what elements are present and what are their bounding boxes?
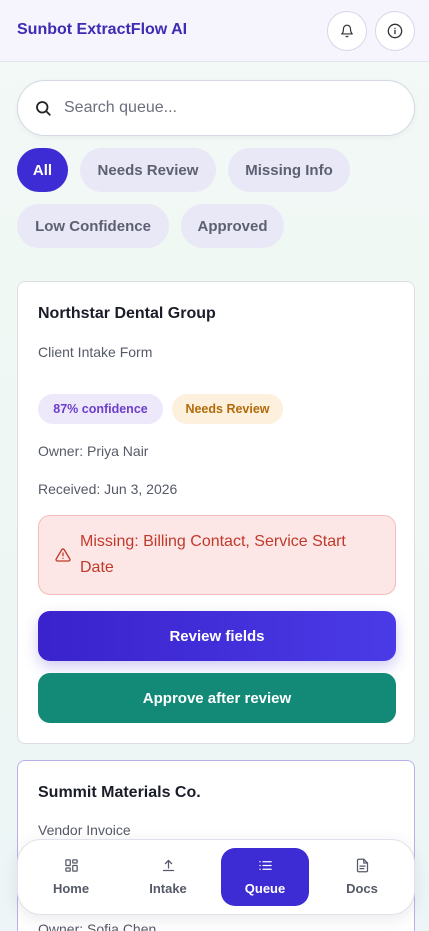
bell-icon bbox=[341, 24, 353, 38]
warning-icon bbox=[55, 548, 71, 562]
card-company: Summit Materials Co. bbox=[38, 784, 201, 801]
app-header: Sunbot ExtractFlow AI bbox=[0, 0, 429, 62]
nav-home[interactable]: Home bbox=[27, 848, 115, 906]
card-owner: Owner: Priya Nair bbox=[38, 443, 149, 459]
search-icon bbox=[36, 101, 51, 116]
status-badge: Needs Review bbox=[172, 394, 283, 424]
card-owner: Owner: Sofia Chen bbox=[38, 921, 157, 931]
list-icon bbox=[258, 861, 272, 870]
nav-docs[interactable]: Docs bbox=[318, 848, 406, 906]
card-doc-type: Vendor Invoice bbox=[38, 822, 131, 838]
filter-chip-needs-review[interactable]: Needs Review bbox=[80, 148, 216, 192]
missing-fields-alert: Missing: Billing Contact, Service Start … bbox=[38, 515, 396, 595]
search-input[interactable] bbox=[64, 81, 404, 135]
document-icon bbox=[356, 858, 368, 873]
filter-chip-low-confidence[interactable]: Low Confidence bbox=[17, 204, 169, 248]
upload-icon bbox=[162, 859, 174, 872]
info-button[interactable] bbox=[375, 11, 415, 51]
nav-home-label: Home bbox=[52, 881, 90, 896]
queue-card[interactable]: Northstar Dental Group Client Intake For… bbox=[17, 281, 415, 744]
nav-intake[interactable]: Intake bbox=[124, 848, 212, 906]
review-fields-button[interactable]: Review fields bbox=[38, 611, 396, 661]
nav-intake-label: Intake bbox=[149, 881, 187, 896]
approve-after-review-button[interactable]: Approve after review bbox=[38, 673, 396, 723]
card-doc-type: Client Intake Form bbox=[38, 344, 153, 360]
card-company: Northstar Dental Group bbox=[38, 305, 216, 322]
filter-chip-missing-info[interactable]: Missing Info bbox=[228, 148, 350, 192]
confidence-badge: 87% confidence bbox=[38, 394, 163, 424]
filter-chip-approved[interactable]: Approved bbox=[181, 204, 284, 248]
nav-queue-label: Queue bbox=[244, 881, 286, 896]
card-received: Received: Jun 3, 2026 bbox=[38, 481, 178, 497]
grid-icon bbox=[64, 859, 78, 872]
missing-fields-text: Missing: Billing Contact, Service Start … bbox=[80, 533, 346, 576]
filter-chip-all[interactable]: All bbox=[17, 148, 68, 192]
search-bar[interactable] bbox=[17, 80, 415, 136]
notifications-button[interactable] bbox=[327, 11, 367, 51]
nav-docs-label: Docs bbox=[346, 881, 378, 896]
app-title: Sunbot ExtractFlow AI bbox=[17, 21, 188, 38]
info-icon bbox=[387, 23, 403, 39]
bottom-nav: Home Intake Queue Docs bbox=[17, 839, 415, 915]
nav-queue[interactable]: Queue bbox=[221, 848, 309, 906]
